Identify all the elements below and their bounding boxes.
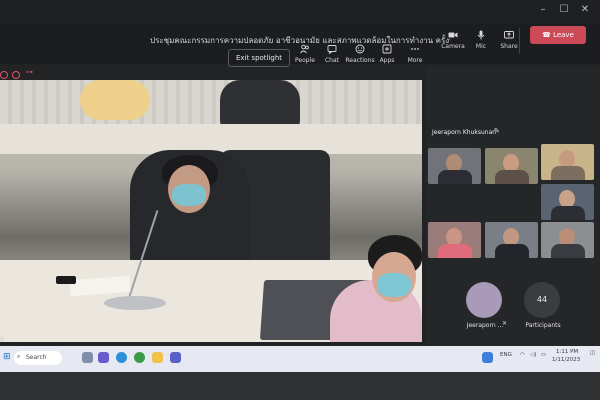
participant-tile[interactable]: [485, 222, 538, 258]
leave-button[interactable]: ☎ Leave: [530, 26, 586, 44]
spotlight-video[interactable]: [0, 80, 422, 342]
people-icon: [300, 44, 309, 54]
tile-body: [495, 170, 529, 184]
participants-label: Participants: [525, 322, 561, 329]
live-indicator-icon: [12, 71, 20, 79]
video-microphone-base: [104, 296, 166, 310]
participant-tile[interactable]: [541, 184, 594, 220]
tile-body: [438, 244, 472, 258]
teams-chat-icon[interactable]: [98, 352, 109, 363]
apps-plus-icon: [382, 44, 392, 54]
teams-app-icon[interactable]: [170, 352, 181, 363]
link-icon: ⊶: [26, 68, 33, 76]
video-phone: [56, 276, 76, 284]
chat-icon: [327, 45, 337, 54]
participant-tile[interactable]: [428, 222, 481, 258]
more-dots-icon: [411, 48, 419, 50]
video-face-mask: [377, 273, 411, 297]
window-title-bar: – ☐ ✕: [0, 0, 600, 24]
volume-icon[interactable]: ◁): [530, 352, 536, 358]
maximize-icon[interactable]: ☐: [557, 3, 571, 17]
monitor-bezel: [0, 372, 600, 400]
microphone-icon: [477, 30, 485, 40]
participant-tile[interactable]: [485, 148, 538, 184]
tray-mic-icon[interactable]: [482, 352, 493, 363]
mic-label: Mic: [475, 43, 487, 50]
tile-body: [551, 244, 585, 258]
share-screen-icon: [504, 31, 514, 39]
people-label: People: [295, 57, 315, 64]
participant-avatar[interactable]: [466, 282, 502, 318]
clock-time[interactable]: 1:11 PM: [556, 349, 578, 355]
participants-count-badge[interactable]: 44: [524, 282, 560, 318]
taskbar-search[interactable]: Search: [14, 351, 62, 365]
more-label: More: [407, 57, 423, 64]
meeting-status-icons: ⊶: [0, 68, 60, 80]
tile-body: [551, 206, 585, 220]
exit-spotlight-button[interactable]: Exit spotlight: [228, 49, 290, 67]
chat-label: Chat: [324, 57, 340, 64]
video-far-participant: [80, 80, 150, 120]
spotlight-participant-name: Jeeraporn Khuksunan: [432, 129, 497, 136]
windows-start-icon[interactable]: ⊞: [3, 352, 11, 362]
video-face-mask: [172, 184, 206, 206]
reactions-icon: [355, 44, 365, 54]
share-label: Share: [500, 43, 518, 50]
wifi-icon[interactable]: ◠: [520, 352, 525, 358]
pin-icon[interactable]: ✎: [494, 127, 500, 135]
apps-label: Apps: [379, 57, 395, 64]
clock-date[interactable]: 1/11/2023: [552, 357, 580, 363]
close-icon[interactable]: ✕: [578, 3, 592, 17]
toolbar-divider: [519, 28, 520, 54]
language-indicator[interactable]: ENG: [500, 352, 512, 358]
phone-hangup-icon: ☎: [542, 31, 554, 39]
participant-tile[interactable]: [428, 148, 481, 184]
participant-tile[interactable]: [541, 144, 594, 180]
share-button[interactable]: Share: [490, 26, 528, 62]
participant-tile[interactable]: [541, 222, 594, 258]
task-view-icon[interactable]: [82, 352, 93, 363]
camera-icon: [448, 32, 458, 38]
minimize-icon[interactable]: –: [536, 3, 550, 17]
battery-icon[interactable]: ▭: [541, 352, 546, 358]
tile-body: [495, 244, 529, 258]
search-icon: ⌕: [17, 353, 21, 360]
mic-off-icon: ✕: [502, 320, 508, 327]
video-counter: 8: [0, 336, 4, 343]
recording-icon: [0, 71, 8, 79]
tile-body: [551, 166, 585, 180]
teams-meeting-screen: – ☐ ✕ ประชุมคณะกรรมการความปลอดภัย อาชีวอ…: [0, 0, 600, 400]
leave-label: Leave: [553, 31, 574, 39]
chrome-icon[interactable]: [134, 352, 145, 363]
notification-icon[interactable]: ◫: [590, 350, 595, 356]
tile-body: [438, 170, 472, 184]
file-explorer-icon[interactable]: [152, 352, 163, 363]
edge-browser-icon[interactable]: [116, 352, 127, 363]
